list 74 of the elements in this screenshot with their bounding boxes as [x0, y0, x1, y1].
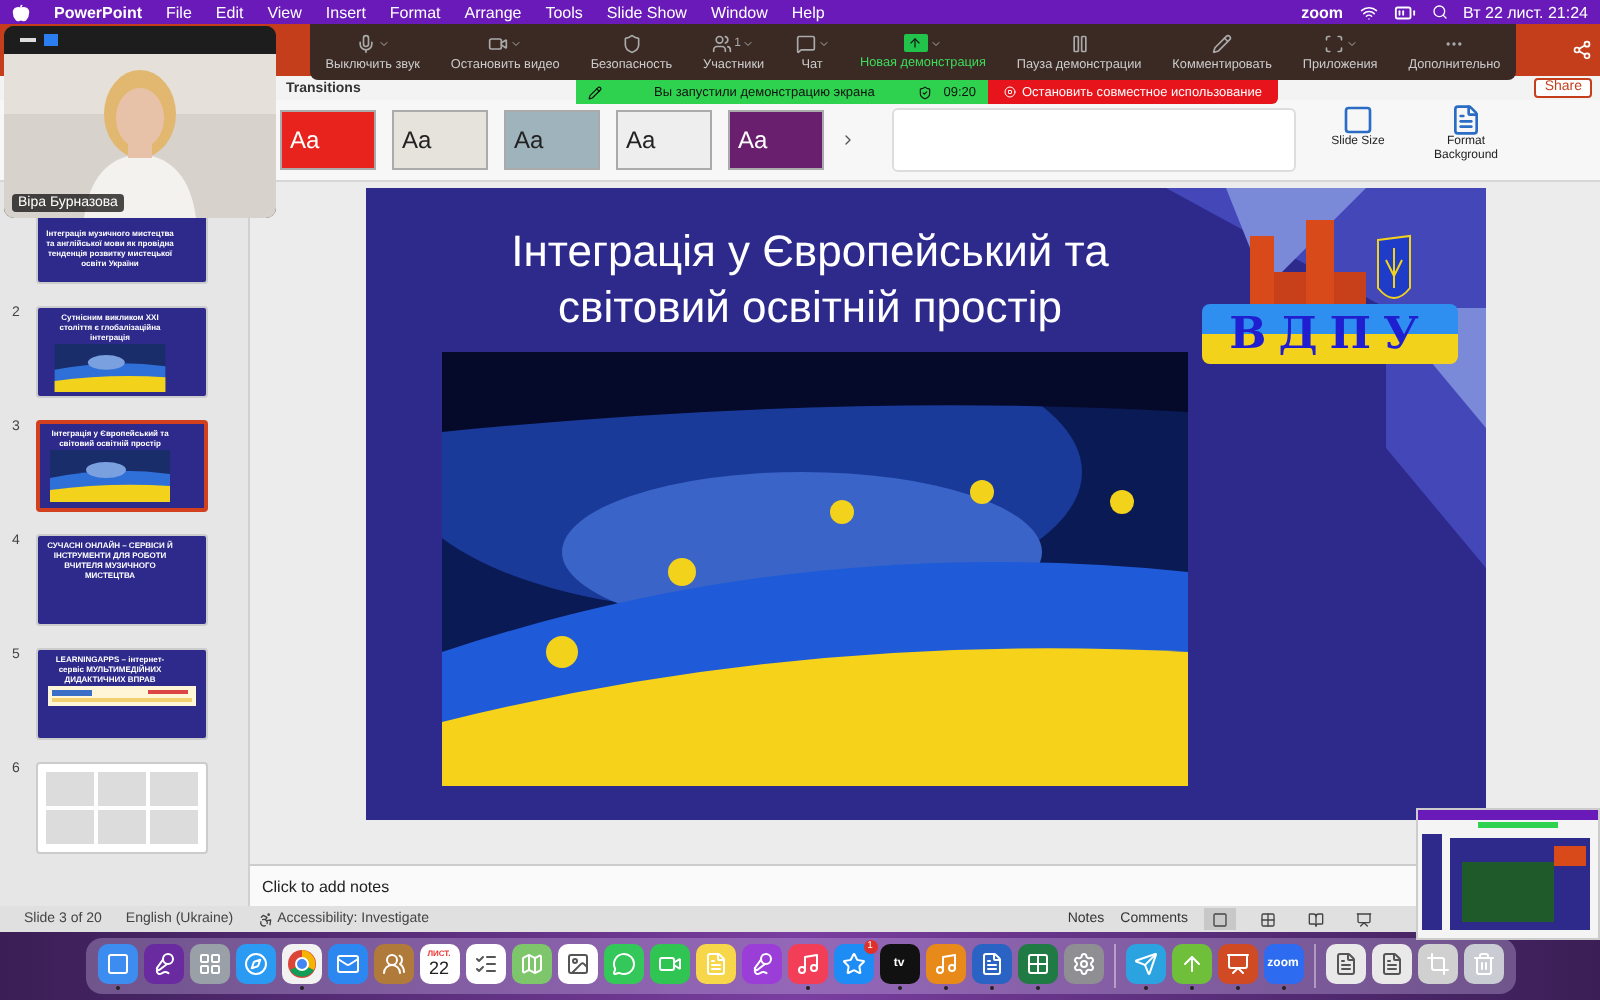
paper-plane-icon[interactable] [1125, 943, 1165, 983]
music-note-icon[interactable] [787, 943, 827, 983]
wifi-icon[interactable] [1359, 3, 1378, 21]
contacts-icon[interactable] [373, 943, 413, 983]
grid-icon [1260, 911, 1276, 927]
chat-icon [795, 33, 816, 53]
page-icon [1450, 104, 1482, 136]
apps-icon [1323, 33, 1344, 53]
menu-item[interactable]: Format [389, 3, 441, 21]
menu-item[interactable]: File [166, 3, 192, 21]
menu-item[interactable]: Window [710, 3, 768, 21]
presentation-icon[interactable] [1217, 943, 1257, 983]
shield-icon [621, 33, 642, 53]
video-camera-icon[interactable] [649, 943, 689, 983]
stop-icon [1004, 86, 1016, 98]
gear-icon[interactable] [1063, 943, 1103, 983]
slide-title: Інтеграція у Європейський та світовий освітній простір [509, 224, 1111, 336]
notepad-icon[interactable] [695, 943, 735, 983]
menu-item[interactable]: Arrange [464, 3, 522, 21]
envelope-icon[interactable] [327, 943, 367, 983]
checklist-icon[interactable] [465, 943, 505, 983]
people-icon [712, 33, 733, 53]
pause-icon [1069, 33, 1090, 53]
spreadsheet-icon[interactable] [1017, 943, 1057, 983]
book-icon [1308, 911, 1324, 927]
app-store-icon[interactable] [833, 943, 873, 983]
grid-icon[interactable] [189, 943, 229, 983]
next-icon[interactable] [840, 132, 856, 148]
menu-item[interactable]: Tools [545, 3, 583, 21]
word-document-icon[interactable] [971, 943, 1011, 983]
video-camera-icon [488, 33, 509, 53]
trash-icon[interactable] [1463, 943, 1503, 983]
pencil-icon [1212, 33, 1233, 53]
podcast-icon[interactable] [741, 943, 781, 983]
menu-item[interactable]: Insert [325, 3, 366, 21]
zoom-status-item[interactable]: zoom [1301, 3, 1344, 21]
caret-icon[interactable] [929, 37, 942, 49]
search-icon[interactable] [1431, 4, 1448, 20]
theme-thumbnail[interactable]: Aa [392, 110, 488, 170]
shield-check-icon [917, 85, 932, 99]
menu-item[interactable]: Edit [215, 3, 244, 21]
caret-icon[interactable] [742, 37, 755, 49]
calendar-day: 22 [428, 958, 449, 978]
notes-placeholder[interactable]: Click to add notes [262, 877, 390, 895]
microphone-icon [355, 33, 376, 53]
document-icon[interactable] [1371, 943, 1411, 983]
presentation-icon [1356, 911, 1372, 927]
share-icon[interactable] [1572, 40, 1592, 60]
caret-icon[interactable] [1345, 37, 1358, 49]
circle-logo-icon[interactable] [281, 943, 321, 983]
normal-view-button[interactable] [1204, 908, 1236, 930]
theme-thumbnail[interactable]: Aa [728, 110, 824, 170]
menu-item[interactable]: Help [791, 3, 825, 21]
battery-icon[interactable] [1393, 1, 1416, 23]
accessibility-icon [257, 911, 274, 927]
theme-thumbnail[interactable]: Aa [616, 110, 712, 170]
flower-icon[interactable] [557, 943, 597, 983]
document-icon[interactable] [1325, 943, 1365, 983]
apple-icon[interactable] [12, 3, 30, 21]
menu-item[interactable]: Slide Show [606, 3, 687, 21]
normal-view-icon [1212, 911, 1228, 927]
caret-icon[interactable] [817, 37, 830, 49]
screenshot-icon[interactable] [1417, 943, 1457, 983]
caret-icon[interactable] [377, 37, 390, 49]
compass-icon[interactable] [235, 943, 275, 983]
chat-bubble-icon[interactable] [603, 943, 643, 983]
theme-thumbnail[interactable]: Aa [280, 110, 376, 170]
caret-icon[interactable] [510, 37, 523, 49]
theme-thumbnail[interactable]: Aa [504, 110, 600, 170]
slide-size-icon [1342, 104, 1374, 136]
map-icon[interactable] [511, 943, 551, 983]
menu-item[interactable]: View [267, 3, 302, 21]
clock[interactable]: Вт 22 лист. 21:24 [1463, 3, 1588, 21]
app-menu[interactable]: PowerPoint [54, 3, 143, 21]
